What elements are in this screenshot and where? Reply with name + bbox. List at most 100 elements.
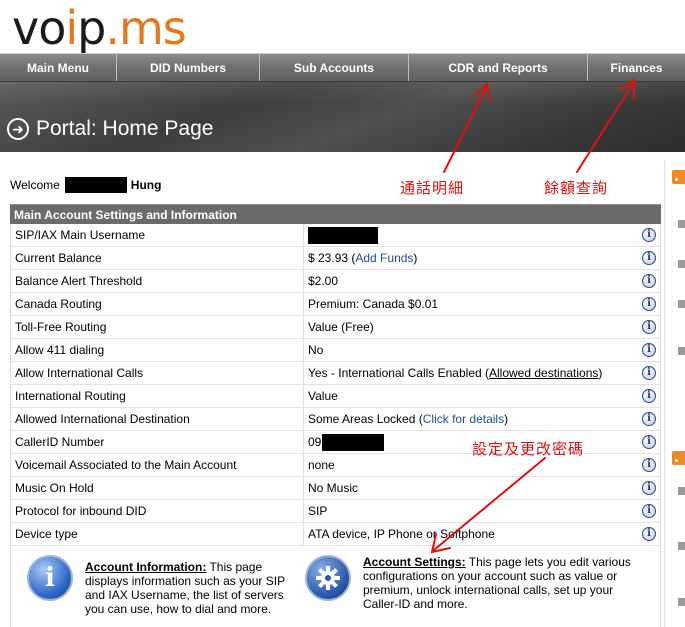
logo-text-tld: .ms (105, 1, 186, 55)
sidebar-bullet-icon (678, 487, 685, 495)
row-label: Allow 411 dialing (11, 339, 304, 361)
row-value: Value (308, 389, 338, 403)
row-label: Allow International Calls (11, 362, 304, 384)
info-icon[interactable]: i (642, 458, 656, 472)
row-label: CallerID Number (11, 431, 304, 453)
arrow-right-icon: ➜ (7, 118, 29, 140)
account-settings-link[interactable]: Account Settings: (363, 555, 466, 569)
welcome-prefix: Welcome (10, 178, 60, 192)
row-value: Premium: Canada $0.01 (308, 297, 439, 311)
info-cell[interactable]: i (638, 385, 660, 407)
table-row: Allow International Calls Yes - Internat… (10, 362, 661, 385)
info-cell[interactable]: i (638, 247, 660, 269)
row-value: SIP (308, 504, 328, 518)
info-cell[interactable]: i (638, 431, 660, 453)
row-value-text: $ 23.93 ( (308, 251, 356, 265)
account-information-link[interactable]: Account Information: (85, 560, 206, 574)
row-value: Value (Free) (308, 320, 374, 334)
page-title-text: Portal: Home Page (36, 117, 214, 140)
info-icon[interactable]: i (642, 412, 656, 426)
row-value: none (308, 458, 335, 472)
account-settings-text: Account Settings: This page lets you edi… (363, 555, 643, 611)
table-row: International Routing Value i (10, 385, 661, 408)
account-settings-box: Account Settings: This page lets you edi… (305, 555, 650, 611)
voipms-logo[interactable]: voip.ms (12, 2, 187, 51)
row-label: Voicemail Associated to the Main Account (11, 454, 304, 476)
info-icon[interactable]: i (642, 435, 656, 449)
table-row: Allowed International Destination Some A… (10, 408, 661, 431)
info-icon[interactable]: i (642, 251, 656, 265)
sidebar-divider (664, 160, 665, 627)
page-banner: ➜ Portal: Home Page (0, 82, 685, 152)
info-icon[interactable]: i (642, 527, 656, 541)
annotation-cdr: 通話明細 (400, 179, 465, 197)
add-funds-link[interactable]: Add Funds (355, 251, 413, 265)
nav-did-numbers[interactable]: DID Numbers (117, 54, 260, 81)
page-title: ➜ Portal: Home Page (7, 117, 213, 141)
row-value: 09 (304, 431, 638, 453)
redacted-name (64, 177, 127, 193)
info-icon[interactable]: i (642, 228, 656, 242)
gear-glyph (316, 566, 340, 590)
row-label: Balance Alert Threshold (11, 270, 304, 292)
info-icon[interactable]: i (642, 481, 656, 495)
annotation-finances: 餘額查詢 (544, 179, 609, 197)
row-value: $ 23.93 (Add Funds) (304, 247, 638, 269)
main-navigation: Main Menu DID Numbers Sub Accounts CDR a… (0, 53, 685, 82)
row-value (304, 224, 638, 246)
info-cell[interactable]: i (638, 523, 660, 545)
info-cell[interactable]: i (638, 316, 660, 338)
row-value: ATA device, IP Phone or Softphone (308, 527, 495, 541)
info-cell[interactable]: i (638, 408, 660, 430)
row-value: Yes - International Calls Enabled (Allow… (304, 362, 638, 384)
info-icon[interactable]: i (642, 366, 656, 380)
click-for-details-link[interactable]: Click for details (423, 412, 504, 426)
redacted-username (308, 226, 378, 244)
row-value-suffix: ) (413, 251, 418, 265)
annotation-settings: 設定及更改密碼 (472, 440, 585, 458)
nav-cdr-reports[interactable]: CDR and Reports (409, 54, 588, 81)
table-row: Canada Routing Premium: Canada $0.01 i (10, 293, 661, 316)
logo-text-dot: i (65, 1, 78, 55)
help-section: i Account Information: This page display… (10, 547, 661, 627)
nav-finances[interactable]: Finances (588, 54, 685, 81)
info-cell[interactable]: i (638, 500, 660, 522)
row-label: Current Balance (11, 247, 304, 269)
sidebar-bullet-icon (678, 598, 685, 606)
nav-main-menu[interactable]: Main Menu (0, 54, 117, 81)
sidebar-bullet-icon (678, 542, 685, 550)
account-settings-table: Main Account Settings and Information SI… (10, 204, 661, 546)
info-icon[interactable]: i (642, 504, 656, 518)
info-cell[interactable]: i (638, 224, 660, 246)
row-label: Device type (11, 523, 304, 545)
rss-icon[interactable] (672, 451, 685, 465)
gear-icon[interactable] (305, 555, 351, 601)
table-row: Protocol for inbound DID SIP i (10, 500, 661, 523)
allowed-destinations-link[interactable]: Allowed destinations (489, 366, 598, 380)
info-cell[interactable]: i (638, 339, 660, 361)
info-icon[interactable]: i (642, 320, 656, 334)
info-icon[interactable]: i (642, 389, 656, 403)
info-cell[interactable]: i (638, 477, 660, 499)
sidebar-bullet-icon (678, 347, 685, 355)
table-row: SIP/IAX Main Username i (10, 224, 661, 247)
rss-icon[interactable] (672, 170, 685, 184)
row-label: Canada Routing (11, 293, 304, 315)
redacted-callerid (322, 433, 385, 451)
row-label: Toll-Free Routing (11, 316, 304, 338)
row-value: Some Areas Locked (Click for details) (304, 408, 638, 430)
table-row: Toll-Free Routing Value (Free) i (10, 316, 661, 339)
info-cell[interactable]: i (638, 362, 660, 384)
information-icon[interactable]: i (27, 555, 73, 601)
nav-sub-accounts[interactable]: Sub Accounts (260, 54, 409, 81)
info-cell[interactable]: i (638, 270, 660, 292)
info-cell[interactable]: i (638, 293, 660, 315)
info-cell[interactable]: i (638, 454, 660, 476)
row-label: Protocol for inbound DID (11, 500, 304, 522)
info-icon[interactable]: i (642, 343, 656, 357)
table-header: Main Account Settings and Information (10, 204, 661, 224)
row-label: SIP/IAX Main Username (11, 224, 304, 246)
row-value: No Music (308, 481, 359, 495)
info-icon[interactable]: i (642, 297, 656, 311)
info-icon[interactable]: i (642, 274, 656, 288)
